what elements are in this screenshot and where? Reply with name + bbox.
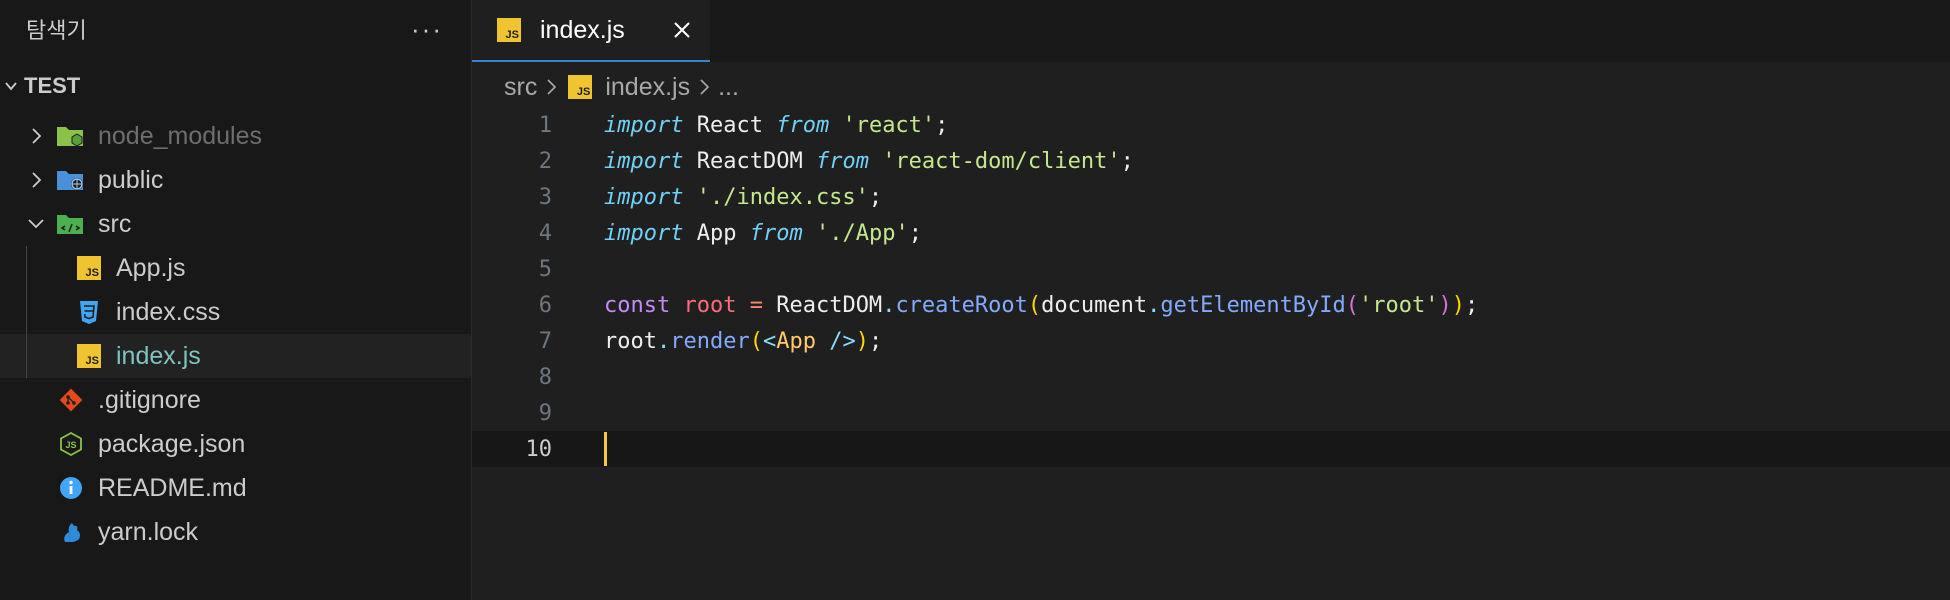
tree-item-label: public [98,165,164,194]
chevron-right-icon [698,78,710,96]
code-line-content: import './index.css'; [604,184,883,210]
line-number: 7 [538,328,552,354]
line-number: 2 [538,148,552,174]
tree-item-label: yarn.lock [98,517,199,546]
tree-item-gitignore[interactable]: .gitignore [0,378,471,422]
workspace-section-header[interactable]: TEST [0,58,471,114]
tree-item-label: App.js [116,253,186,282]
code-line: 3 import './index.css'; [472,179,1950,215]
tab-label: index.js [540,15,625,44]
close-icon[interactable] [670,18,694,42]
chevron-right-icon [24,171,48,189]
code-line-content: import App from './App'; [604,220,922,246]
code-line-current: 10 [472,431,1950,467]
line-number: 4 [538,220,552,246]
code-line-content: const root = ReactDOM.createRoot(documen… [604,292,1479,318]
tree-item-label: index.css [116,297,221,326]
js-file-icon: JS [74,341,104,371]
info-icon [56,473,86,503]
indent-guide [26,334,27,378]
tree-item-yarn-lock[interactable]: yarn.lock [0,510,471,554]
tree-item-node-modules[interactable]: node_modules [0,114,471,158]
breadcrumb: src JS index.js ... [472,62,1950,112]
yarn-icon [56,517,86,547]
line-number: 5 [538,256,552,282]
line-number: 1 [538,112,552,138]
chevron-down-icon [24,217,48,231]
tab-index-js[interactable]: JS index.js [472,0,710,62]
code-line: 6 const root = ReactDOM.createRoot(docum… [472,287,1950,323]
js-file-icon: JS [494,15,524,45]
breadcrumb-symbols[interactable]: ... [718,73,739,102]
explorer-header: 탐색기 ··· [0,0,471,58]
code-line: 1 import React from 'react'; [472,107,1950,143]
js-file-icon: JS [565,72,595,102]
vscode-window: 탐색기 ··· TEST node_modules public src JS … [0,0,1950,600]
tree-item-package-json[interactable]: JS package.json [0,422,471,466]
more-actions-icon[interactable]: ··· [411,16,443,42]
tree-item-public[interactable]: public [0,158,471,202]
chevron-down-icon [0,79,24,93]
git-icon [56,385,86,415]
tree-item-index-js[interactable]: JS index.js [0,334,471,378]
tree-item-label: src [98,209,132,238]
code-line: 8 [472,359,1950,395]
line-number: 3 [538,184,552,210]
text-cursor [604,432,607,466]
editor-area: JS index.js src JS index.js ... 1 import… [472,0,1950,600]
indent-guide [26,290,27,334]
code-line: 5 [472,251,1950,287]
tree-item-app-js[interactable]: JS App.js [0,246,471,290]
code-line: 2 import ReactDOM from 'react-dom/client… [472,143,1950,179]
code-line-content: import ReactDOM from 'react-dom/client'; [604,148,1134,174]
line-number: 9 [538,400,552,426]
tab-bar: JS index.js [472,0,1950,62]
chevron-right-icon [24,127,48,145]
explorer-sidebar: 탐색기 ··· TEST node_modules public src JS … [0,0,472,600]
code-line: 9 [472,395,1950,431]
indent-guide [26,246,27,290]
code-line-content [604,432,607,466]
workspace-name: TEST [24,73,81,98]
line-number: 6 [538,292,552,318]
node-modules-folder-icon [56,121,86,151]
code-editor[interactable]: 1 import React from 'react'; 2 import Re… [472,107,1950,467]
code-line: 7 root.render(<App />); [472,323,1950,359]
line-number: 8 [538,364,552,390]
tree-item-label: node_modules [98,121,263,150]
js-file-icon: JS [74,253,104,283]
tree-item-label: .gitignore [98,385,201,414]
line-number: 10 [525,436,553,462]
breadcrumb-file-label: index.js [605,72,691,101]
code-line: 4 import App from './App'; [472,215,1950,251]
breadcrumb-file[interactable]: JS index.js [565,72,690,102]
tree-item-label: index.js [116,341,201,370]
explorer-title: 탐색기 [26,18,87,43]
tree-item-src[interactable]: src [0,202,471,246]
tree-item-label: README.md [98,473,247,502]
tree-item-readme[interactable]: README.md [0,466,471,510]
src-folder-icon [56,209,86,239]
public-folder-icon [56,165,86,195]
tree-item-index-css[interactable]: index.css [0,290,471,334]
css-file-icon [74,297,104,327]
chevron-right-icon [545,78,557,96]
breadcrumb-folder[interactable]: src [504,73,537,102]
tree-item-label: package.json [98,429,246,458]
code-line-content: root.render(<App />); [604,328,883,354]
svg-text:JS: JS [65,440,76,450]
code-line-content: import React from 'react'; [604,112,949,138]
nodejs-icon: JS [56,429,86,459]
